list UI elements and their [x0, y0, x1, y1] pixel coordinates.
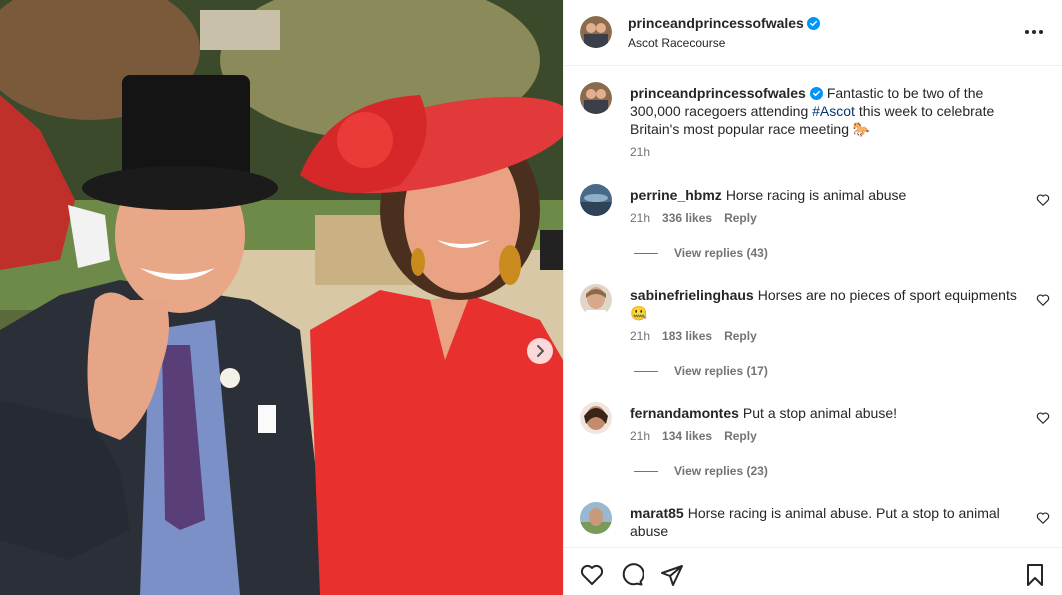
- commenter-avatar[interactable]: [580, 502, 612, 534]
- bookmark-icon[interactable]: [1023, 563, 1047, 587]
- post-action-bar: [564, 547, 1062, 595]
- caption-time[interactable]: 21h: [630, 145, 650, 159]
- location-link[interactable]: Ascot Racecourse: [628, 36, 725, 50]
- comment-likes[interactable]: 183 likes: [662, 329, 712, 343]
- divider-line: [634, 252, 658, 254]
- comment-username[interactable]: fernandamontes: [630, 405, 739, 421]
- view-replies-button[interactable]: View replies (17): [634, 364, 768, 378]
- heart-icon[interactable]: [1036, 511, 1050, 525]
- more-icon: [1025, 30, 1029, 34]
- view-replies-button[interactable]: View replies (43): [634, 246, 768, 260]
- instagram-post-view: princeandprincessofwales Ascot Racecours…: [0, 0, 1062, 595]
- heart-icon[interactable]: [1036, 411, 1050, 425]
- photo-illustration: [0, 0, 563, 595]
- next-image-button[interactable]: [527, 338, 553, 364]
- more-options-button[interactable]: [1022, 22, 1046, 42]
- send-icon[interactable]: [660, 563, 684, 587]
- commenter-avatar[interactable]: [580, 402, 612, 434]
- comment-likes[interactable]: 134 likes: [662, 429, 712, 443]
- verified-badge-icon: [809, 87, 823, 100]
- divider-line: [634, 370, 658, 372]
- divider-line: [634, 470, 658, 472]
- comment-time[interactable]: 21h: [630, 429, 650, 443]
- comment-username[interactable]: sabinefrielinghaus: [630, 287, 754, 303]
- comment-likes[interactable]: 336 likes: [662, 211, 712, 225]
- comment-meta: 21h 134 likes Reply: [630, 429, 757, 443]
- comment-body: Put a stop animal abuse!: [742, 405, 898, 421]
- comment-meta: 21h 336 likes Reply: [630, 211, 757, 225]
- reply-button[interactable]: Reply: [724, 429, 757, 443]
- caption-meta: 21h: [630, 145, 650, 159]
- commenter-avatar[interactable]: [580, 284, 612, 316]
- author-avatar[interactable]: [580, 82, 612, 114]
- heart-icon[interactable]: [580, 563, 604, 587]
- caption-username[interactable]: princeandprincessofwales: [630, 85, 806, 101]
- comment-username[interactable]: perrine_hbmz: [630, 187, 722, 203]
- reply-button[interactable]: Reply: [724, 329, 757, 343]
- chevron-right-icon: [537, 345, 544, 357]
- hashtag-link[interactable]: #Ascot: [812, 103, 855, 119]
- commenter-avatar[interactable]: [580, 184, 612, 216]
- post-side-panel: princeandprincessofwales Ascot Racecours…: [563, 0, 1062, 595]
- caption-text: princeandprincessofwales Fantastic to be …: [630, 84, 1030, 138]
- comment-icon[interactable]: [620, 563, 644, 587]
- view-replies-label: View replies (43): [674, 246, 768, 260]
- post-header: princeandprincessofwales Ascot Racecours…: [564, 0, 1062, 66]
- author-avatar[interactable]: [580, 16, 612, 48]
- heart-icon[interactable]: [1036, 193, 1050, 207]
- comment-text: sabinefrielinghaus Horses are no pieces o…: [630, 286, 1020, 322]
- comment-time[interactable]: 21h: [630, 211, 650, 225]
- author-username[interactable]: princeandprincessofwales: [628, 15, 804, 31]
- heart-icon[interactable]: [1036, 293, 1050, 307]
- post-photo[interactable]: [0, 0, 563, 595]
- comment-username[interactable]: marat85: [630, 505, 684, 521]
- comment-text: perrine_hbmz Horse racing is animal abuse: [630, 186, 1030, 204]
- comment-body: Horse racing is animal abuse. Put a stop…: [630, 505, 1000, 539]
- view-replies-label: View replies (17): [674, 364, 768, 378]
- comment-time[interactable]: 21h: [630, 329, 650, 343]
- view-replies-button[interactable]: View replies (23): [634, 464, 768, 478]
- comment-text: marat85 Horse racing is animal abuse. Put…: [630, 504, 1010, 540]
- view-replies-label: View replies (23): [674, 464, 768, 478]
- comment-text: fernandamontes Put a stop animal abuse!: [630, 404, 1030, 422]
- comment-body: Horse racing is animal abuse: [725, 187, 907, 203]
- reply-button[interactable]: Reply: [724, 211, 757, 225]
- comment-meta: 21h 183 likes Reply: [630, 329, 757, 343]
- verified-badge-icon: [806, 17, 820, 30]
